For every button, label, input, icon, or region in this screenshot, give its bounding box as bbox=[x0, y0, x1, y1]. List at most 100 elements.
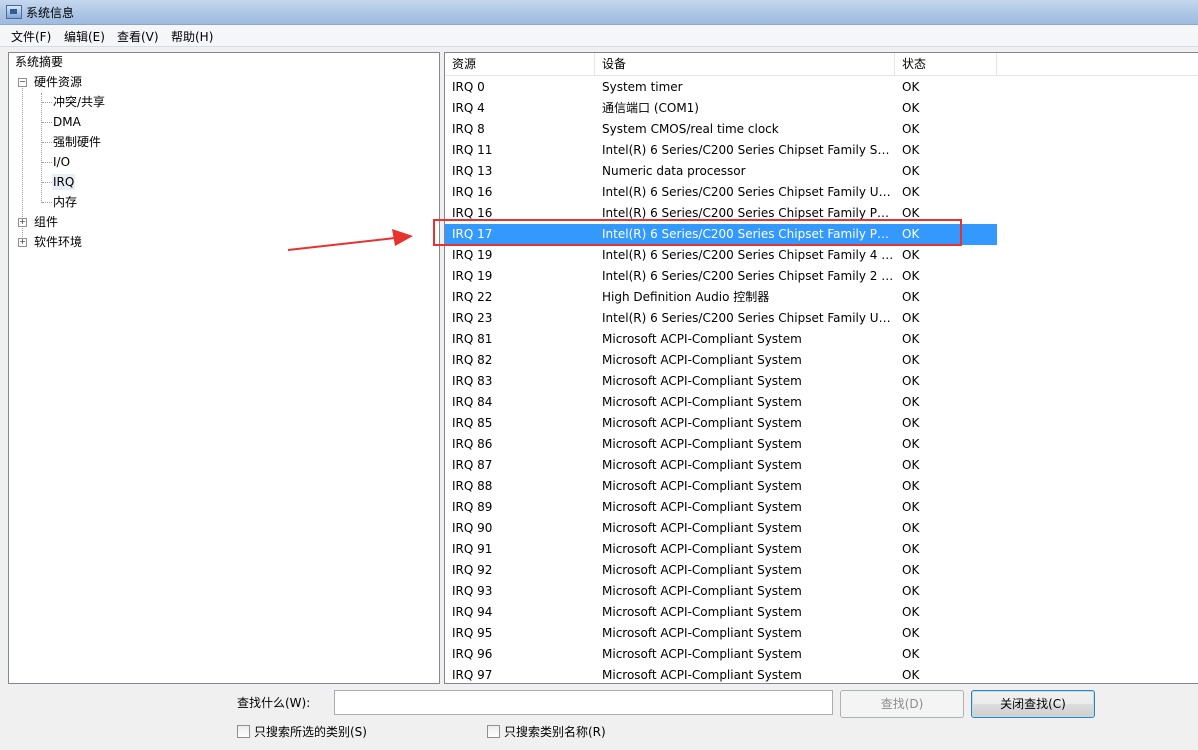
table-row[interactable]: IRQ 92 Microsoft ACPI-Compliant System OK bbox=[445, 560, 997, 581]
cell-status: OK bbox=[902, 584, 920, 598]
cell-resource: IRQ 4 bbox=[452, 101, 485, 115]
tree-item-irq[interactable]: IRQ bbox=[52, 174, 76, 190]
cell-device: Intel(R) 6 Series/C200 Series Chipset Fa… bbox=[602, 269, 895, 283]
cell-resource: IRQ 19 bbox=[452, 248, 493, 262]
expand-icon[interactable]: + bbox=[18, 218, 27, 227]
table-row[interactable]: IRQ 13 Numeric data processor OK bbox=[445, 161, 997, 182]
tree-item-summary[interactable]: 系统摘要 bbox=[14, 54, 64, 70]
cell-device: Microsoft ACPI-Compliant System bbox=[602, 521, 802, 535]
tree-item-conflicts[interactable]: 冲突/共享 bbox=[52, 94, 106, 110]
cell-device: Numeric data processor bbox=[602, 164, 746, 178]
cell-resource: IRQ 11 bbox=[452, 143, 493, 157]
column-resource[interactable]: 资源 bbox=[445, 53, 595, 75]
tree-item-dma[interactable]: DMA bbox=[52, 114, 82, 130]
column-device[interactable]: 设备 bbox=[595, 53, 895, 75]
table-row[interactable]: IRQ 90 Microsoft ACPI-Compliant System OK bbox=[445, 518, 997, 539]
tree-item-memory[interactable]: 内存 bbox=[52, 194, 78, 210]
cell-status: OK bbox=[902, 248, 920, 262]
table-row[interactable]: IRQ 22 High Definition Audio 控制器 OK bbox=[445, 287, 997, 308]
cell-status: OK bbox=[902, 353, 920, 367]
table-row[interactable]: IRQ 4 通信端口 (COM1) OK bbox=[445, 98, 997, 119]
cell-status: OK bbox=[902, 500, 920, 514]
cell-status: OK bbox=[902, 605, 920, 619]
table-row[interactable]: IRQ 82 Microsoft ACPI-Compliant System OK bbox=[445, 350, 997, 371]
find-button[interactable]: 查找(D) bbox=[840, 690, 964, 718]
table-row[interactable]: IRQ 16 Intel(R) 6 Series/C200 Series Chip… bbox=[445, 182, 997, 203]
cell-resource: IRQ 17 bbox=[452, 227, 493, 241]
search-category-names-checkbox[interactable]: 只搜索类别名称(R) bbox=[487, 724, 606, 740]
table-row[interactable]: IRQ 88 Microsoft ACPI-Compliant System OK bbox=[445, 476, 997, 497]
column-status[interactable]: 状态 bbox=[895, 53, 997, 75]
table-row[interactable]: IRQ 94 Microsoft ACPI-Compliant System OK bbox=[445, 602, 997, 623]
table-row[interactable]: IRQ 16 Intel(R) 6 Series/C200 Series Chip… bbox=[445, 203, 997, 224]
cell-status: OK bbox=[902, 101, 920, 115]
table-row[interactable]: IRQ 19 Intel(R) 6 Series/C200 Series Chip… bbox=[445, 245, 997, 266]
cell-status: OK bbox=[902, 332, 920, 346]
cell-resource: IRQ 92 bbox=[452, 563, 493, 577]
table-row[interactable]: IRQ 19 Intel(R) 6 Series/C200 Series Chip… bbox=[445, 266, 997, 287]
cell-status: OK bbox=[902, 437, 920, 451]
tree-line bbox=[42, 182, 52, 183]
tree-item-forced-hardware[interactable]: 强制硬件 bbox=[52, 134, 102, 150]
cell-status: OK bbox=[902, 80, 920, 94]
table-row[interactable]: IRQ 17 Intel(R) 6 Series/C200 Series Chip… bbox=[445, 224, 997, 245]
table-row[interactable]: IRQ 11 Intel(R) 6 Series/C200 Series Chip… bbox=[445, 140, 997, 161]
table-row[interactable]: IRQ 84 Microsoft ACPI-Compliant System OK bbox=[445, 392, 997, 413]
cell-device: Microsoft ACPI-Compliant System bbox=[602, 332, 802, 346]
tree-item-io[interactable]: I/O bbox=[52, 154, 71, 170]
cell-status: OK bbox=[902, 227, 920, 241]
checkbox-label: 只搜索所选的类别(S) bbox=[254, 725, 367, 739]
table-row[interactable]: IRQ 8 System CMOS/real time clock OK bbox=[445, 119, 997, 140]
cell-resource: IRQ 88 bbox=[452, 479, 493, 493]
irq-list[interactable]: 资源 设备 状态 IRQ 0 System timer OK IRQ 4 通信端口 (C… bbox=[444, 52, 1198, 684]
cell-status: OK bbox=[902, 164, 920, 178]
cell-resource: IRQ 19 bbox=[452, 269, 493, 283]
table-row[interactable]: IRQ 93 Microsoft ACPI-Compliant System OK bbox=[445, 581, 997, 602]
cell-resource: IRQ 86 bbox=[452, 437, 493, 451]
cell-status: OK bbox=[902, 416, 920, 430]
menu-edit[interactable]: 编辑(E) bbox=[61, 28, 108, 45]
find-input[interactable] bbox=[334, 690, 833, 715]
tree-line bbox=[42, 102, 52, 103]
tree-item-hardware[interactable]: 硬件资源 bbox=[33, 74, 83, 90]
menu-view[interactable]: 查看(V) bbox=[114, 28, 162, 45]
tree-item-software[interactable]: 软件环境 bbox=[33, 234, 83, 250]
cell-status: OK bbox=[902, 626, 920, 640]
collapse-icon[interactable]: − bbox=[18, 78, 27, 87]
window-title: 系统信息 bbox=[26, 6, 75, 20]
cell-resource: IRQ 16 bbox=[452, 206, 493, 220]
cell-status: OK bbox=[902, 122, 920, 136]
checkbox-icon[interactable] bbox=[487, 725, 500, 738]
cell-resource: IRQ 23 bbox=[452, 311, 493, 325]
cell-resource: IRQ 93 bbox=[452, 584, 493, 598]
table-row[interactable]: IRQ 86 Microsoft ACPI-Compliant System OK bbox=[445, 434, 997, 455]
menu-file[interactable]: 文件(F) bbox=[8, 28, 54, 45]
cell-resource: IRQ 8 bbox=[452, 122, 485, 136]
expand-icon[interactable]: + bbox=[18, 238, 27, 247]
table-row[interactable]: IRQ 96 Microsoft ACPI-Compliant System OK bbox=[445, 644, 997, 665]
table-row[interactable]: IRQ 81 Microsoft ACPI-Compliant System OK bbox=[445, 329, 997, 350]
cell-resource: IRQ 85 bbox=[452, 416, 493, 430]
search-selected-category-checkbox[interactable]: 只搜索所选的类别(S) bbox=[237, 724, 367, 740]
cell-device: High Definition Audio 控制器 bbox=[602, 290, 770, 304]
table-row[interactable]: IRQ 0 System timer OK bbox=[445, 77, 997, 98]
table-row[interactable]: IRQ 87 Microsoft ACPI-Compliant System OK bbox=[445, 455, 997, 476]
tree-item-components[interactable]: 组件 bbox=[33, 214, 59, 230]
cell-status: OK bbox=[902, 206, 920, 220]
menu-help[interactable]: 帮助(H) bbox=[168, 28, 216, 45]
cell-device: Intel(R) 6 Series/C200 Series Chipset Fa… bbox=[602, 227, 895, 241]
table-row[interactable]: IRQ 97 Microsoft ACPI-Compliant System OK bbox=[445, 665, 997, 683]
cell-device: Microsoft ACPI-Compliant System bbox=[602, 626, 802, 640]
table-row[interactable]: IRQ 23 Intel(R) 6 Series/C200 Series Chip… bbox=[445, 308, 997, 329]
table-row[interactable]: IRQ 83 Microsoft ACPI-Compliant System OK bbox=[445, 371, 997, 392]
table-row[interactable]: IRQ 89 Microsoft ACPI-Compliant System OK bbox=[445, 497, 997, 518]
table-row[interactable]: IRQ 91 Microsoft ACPI-Compliant System OK bbox=[445, 539, 997, 560]
category-tree[interactable]: 系统摘要 − 硬件资源 冲突/共享 DMA 强制硬件 I/O IRQ 内存 + … bbox=[8, 52, 440, 684]
cell-status: OK bbox=[902, 647, 920, 661]
tree-line bbox=[42, 162, 52, 163]
table-row[interactable]: IRQ 85 Microsoft ACPI-Compliant System OK bbox=[445, 413, 997, 434]
table-row[interactable]: IRQ 95 Microsoft ACPI-Compliant System OK bbox=[445, 623, 997, 644]
close-find-button[interactable]: 关闭查找(C) bbox=[971, 690, 1095, 718]
cell-status: OK bbox=[902, 311, 920, 325]
checkbox-icon[interactable] bbox=[237, 725, 250, 738]
